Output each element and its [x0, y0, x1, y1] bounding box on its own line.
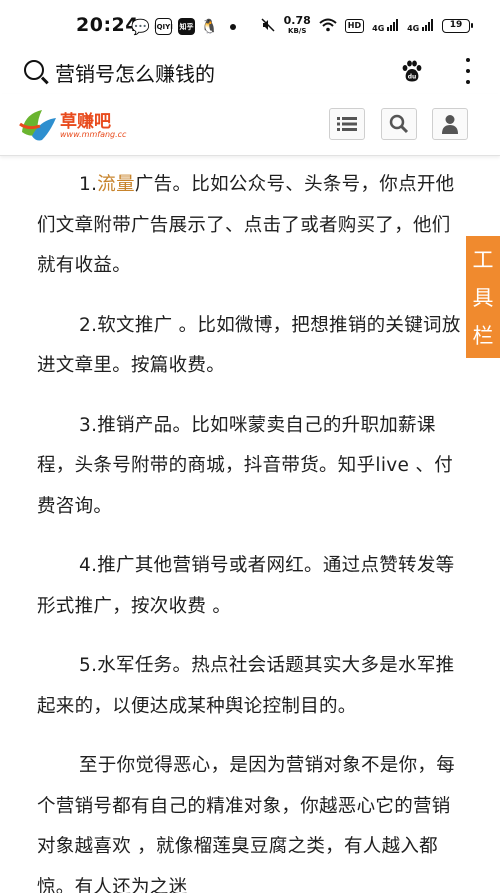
- menu-list-button[interactable]: [329, 108, 365, 140]
- status-bar: 20:24 💬 iQIYI 知乎 🐧 0.78 KB/S HD 4G 4G 19: [0, 0, 500, 52]
- logo-url: www.mmfang.cc: [60, 130, 127, 139]
- article-paragraph-3: 3.推销产品。比如咪蒙卖自己的升职加薪课程，头条号附带的商城，抖音带货。知乎li…: [37, 414, 453, 517]
- toolbar-char-3: 栏: [472, 324, 494, 348]
- toolbar-char-2: 具: [472, 286, 494, 310]
- more-notifications-dot: [230, 23, 236, 30]
- magnifier-icon: [389, 114, 409, 134]
- keyword-link-traffic[interactable]: 流量: [97, 174, 135, 195]
- wifi-icon: [319, 18, 337, 35]
- article-paragraph-5: 5.水军任务。热点社会话题其实大多是水军推起来的，以便达成某种舆论控制目的。: [37, 655, 455, 717]
- network-speed: 0.78 KB/S: [283, 14, 311, 35]
- toolbar-side-tab[interactable]: 工 具 栏: [466, 236, 500, 358]
- status-indicators: 0.78 KB/S HD 4G 4G 19: [260, 14, 473, 36]
- logo-text: 草赚吧: [60, 112, 111, 132]
- signal-icon-2: 4G: [407, 19, 434, 33]
- svg-text:du: du: [408, 74, 417, 81]
- notification-icons: 💬 iQIYI 知乎 🐧: [131, 17, 236, 36]
- qq-icon: 🐧: [200, 18, 219, 35]
- site-logo[interactable]: 草赚吧 www.mmfang.cc: [18, 102, 158, 148]
- user-icon: [442, 115, 458, 134]
- article-paragraph-2: 2.软文推广 。比如微博，把想推销的关键词放进文章里。按篇收费。: [37, 314, 461, 377]
- more-menu-icon[interactable]: [464, 58, 472, 84]
- status-time: 20:24: [76, 14, 139, 36]
- toolbar-char-1: 工: [472, 248, 494, 272]
- baidu-paw-icon[interactable]: du: [400, 59, 424, 83]
- article-paragraph-6: 至于你觉得恶心，是因为营销对象不是你，每个营销号都有自己的精准对象，你越恶心它的…: [37, 755, 456, 893]
- site-header: 草赚吧 www.mmfang.cc: [0, 94, 500, 156]
- site-search-button[interactable]: [381, 108, 417, 140]
- search-query[interactable]: 营销号怎么赚钱的: [55, 58, 215, 87]
- list-icon: [337, 117, 357, 131]
- article-paragraph-4: 4.推广其他营销号或者网红。通过点赞转发等形式推广，按次收费 。: [37, 555, 455, 617]
- zhihu-icon: 知乎: [178, 18, 195, 35]
- user-account-button[interactable]: [432, 108, 468, 140]
- battery-icon: 19: [442, 19, 473, 33]
- iqiyi-icon: iQIYI: [154, 18, 173, 35]
- article-paragraph-1: 1.流量广告。比如公众号、头条号，你点开他们文章附带广告展示了、点击了或者购买了…: [37, 174, 455, 276]
- wechat-icon: 💬: [131, 17, 150, 36]
- article-body: 1.流量广告。比如公众号、头条号，你点开他们文章附带广告展示了、点击了或者购买了…: [37, 165, 465, 893]
- logo-leaf-icon: [19, 110, 56, 141]
- search-bar[interactable]: 营销号怎么赚钱的 du: [0, 52, 500, 94]
- signal-icon-1: 4G: [372, 19, 399, 33]
- hd-call-badge: HD: [344, 19, 365, 33]
- search-icon[interactable]: [24, 60, 44, 80]
- mute-vibrate-icon: [260, 17, 276, 36]
